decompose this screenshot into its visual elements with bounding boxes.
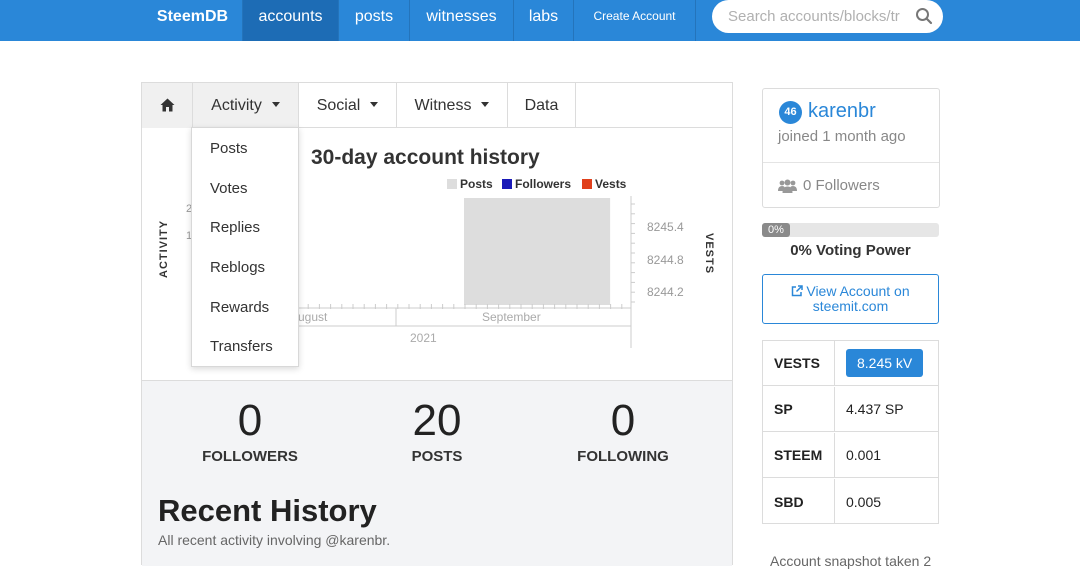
menu-item-transfers[interactable]: Transfers (210, 338, 273, 355)
view-on-steemit-button[interactable]: View Account on steemit.com (762, 274, 939, 324)
tab-witness[interactable]: Witness (397, 83, 508, 128)
voting-power-fill: 0% (762, 223, 790, 237)
activity-dropdown-menu: Posts Votes Replies Reblogs Rewards Tran… (191, 127, 299, 367)
stat-followers-value: 0 (237, 396, 263, 445)
right-tick-label: 8244.8 (647, 253, 684, 267)
stat-posts-label: POSTS (411, 448, 463, 465)
legend-label-followers: Followers (515, 177, 571, 191)
tab-data[interactable]: Data (508, 83, 576, 128)
snapshot-note: Account snapshot taken 2 (770, 553, 932, 569)
balance-row-steem: STEEM 0.001 (763, 433, 938, 478)
right-tick-label: 8245.4 (647, 220, 684, 234)
menu-item-posts[interactable]: Posts (210, 140, 248, 157)
tab-witness-label: Witness (414, 97, 472, 114)
tab-activity[interactable]: Activity (193, 83, 299, 128)
stats-section: 0 FOLLOWERS 20 POSTS 0 FOLLOWING Recent … (142, 380, 732, 566)
legend-label-posts: Posts (460, 177, 493, 191)
view-button-line1: View Account on (806, 283, 910, 299)
tab-data-label: Data (524, 97, 559, 114)
balance-key: SP (763, 387, 835, 431)
right-tick-label: 8244.2 (647, 285, 684, 299)
recent-history-subtitle: All recent activity involving @karenbr. (158, 532, 391, 548)
menu-item-rewards[interactable]: Rewards (210, 299, 269, 316)
chevron-down-icon (271, 102, 280, 107)
balance-key: STEEM (763, 433, 835, 477)
external-link-icon (792, 285, 804, 297)
legend-swatch-posts (447, 179, 457, 189)
stat-followers: 0 FOLLOWERS (170, 396, 330, 466)
chart-ylabel-right: VESTS (703, 233, 715, 274)
chart-title: 30-day account history (311, 146, 540, 169)
balance-key: SBD (763, 479, 835, 524)
balance-row-vests: VESTS 8.245 kV (763, 341, 938, 386)
nav-posts[interactable]: posts (339, 0, 410, 41)
voting-power-bar: 0% (762, 223, 939, 237)
followers-count-link[interactable]: 0 Followers (803, 177, 880, 194)
balance-value: 8.245 kV (846, 341, 924, 385)
tab-social[interactable]: Social (299, 83, 397, 128)
view-button-line2: steemit.com (812, 298, 889, 314)
top-navbar: SteemDB accounts posts witnesses labs Cr… (0, 0, 1080, 41)
reputation-badge: 46 (779, 101, 802, 124)
tab-home[interactable] (142, 83, 193, 128)
balance-key: VESTS (763, 341, 835, 385)
legend-swatch-vests (582, 179, 592, 189)
profile-card: 46 karenbr joined 1 month ago 0 Follower… (762, 88, 940, 208)
divider (763, 162, 939, 163)
tab-bar: Activity Social Witness Data (142, 83, 732, 128)
chevron-down-icon (370, 102, 379, 107)
nav-create-account[interactable]: Create Account (574, 0, 696, 41)
menu-item-reblogs[interactable]: Reblogs (210, 259, 265, 276)
legend-label-vests: Vests (595, 177, 627, 191)
menu-item-votes[interactable]: Votes (210, 180, 248, 197)
vests-badge: 8.245 kV (846, 349, 924, 377)
balance-row-sp: SP 4.437 SP (763, 387, 938, 432)
tab-social-label: Social (316, 97, 361, 114)
balance-value: 0.005 (846, 493, 882, 510)
brand-link[interactable]: SteemDB (143, 0, 243, 41)
x-year-label: 2021 (410, 331, 437, 345)
chart-legend: Posts Followers Vests (447, 177, 627, 191)
stat-following-value: 0 (610, 396, 636, 445)
bar-posts (464, 198, 611, 305)
balance-value: 0.001 (846, 447, 882, 463)
recent-history-title: Recent History (158, 493, 377, 528)
search-input[interactable] (728, 6, 906, 26)
stat-posts-value: 20 (412, 396, 462, 445)
stat-following: 0 FOLLOWING (543, 396, 703, 466)
chart-ylabel-left: ACTIVITY (158, 220, 170, 278)
username-link[interactable]: karenbr (808, 100, 876, 123)
balance-row-sbd: SBD 0.005 (763, 479, 938, 524)
stat-posts: 20 POSTS (357, 396, 517, 466)
legend-swatch-followers (502, 179, 512, 189)
menu-item-replies[interactable]: Replies (210, 219, 260, 236)
home-icon (160, 98, 175, 112)
users-icon (778, 179, 797, 193)
joined-date: joined 1 month ago (778, 128, 906, 145)
balances-table: VESTS 8.245 kV SP 4.437 SP STEEM 0.001 S… (762, 340, 939, 524)
stat-following-label: FOLLOWING (577, 448, 669, 465)
search-box (712, 0, 943, 33)
balance-value: 4.437 SP (846, 401, 904, 417)
chevron-down-icon (481, 102, 490, 107)
tab-activity-label: Activity (211, 97, 262, 114)
nav-accounts[interactable]: accounts (243, 0, 339, 41)
search-icon[interactable] (915, 7, 933, 25)
x-tick-label-september: September (482, 310, 541, 324)
voting-power-text: 0% Voting Power (790, 242, 911, 259)
nav-witnesses[interactable]: witnesses (410, 0, 514, 41)
stat-followers-label: FOLLOWERS (202, 448, 298, 465)
nav-labs[interactable]: labs (514, 0, 574, 41)
